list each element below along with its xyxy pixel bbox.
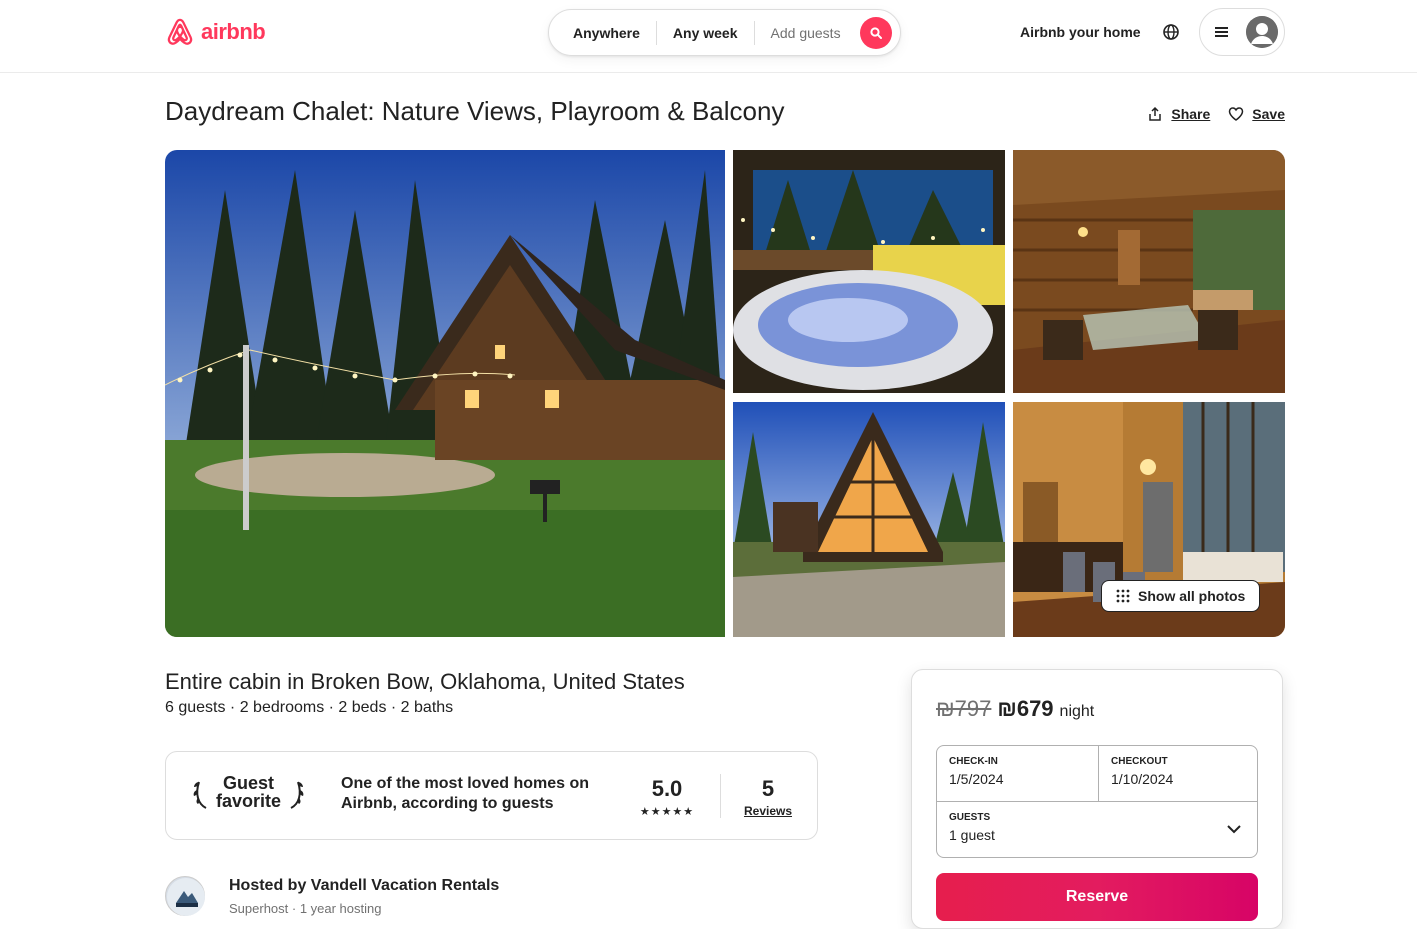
guest-favorite-description: One of the most loved homes on Airbnb, a… [341, 775, 590, 812]
checkout-field[interactable]: CHECKOUT 1/10/2024 [1099, 746, 1259, 797]
hot-tub-image [733, 150, 1005, 393]
cabin-exterior-image [165, 150, 725, 637]
search-add-guests[interactable]: Add guests [755, 25, 857, 41]
listing-title: Daydream Chalet: Nature Views, Playroom … [165, 96, 785, 126]
reviews-count: 5 [761, 776, 775, 801]
laurel-right-icon [290, 781, 304, 809]
price-unit: night [1059, 703, 1095, 720]
photo-cabin-exterior[interactable] [165, 150, 725, 637]
photo-porch-dining[interactable] [1013, 150, 1285, 393]
photo-gallery: Show all photos [165, 150, 1285, 637]
reviews-block[interactable]: 5 Reviews [738, 776, 798, 820]
show-all-photos-button[interactable]: Show all photos [1101, 580, 1261, 612]
grid-dots-icon [1116, 589, 1130, 603]
host-avatar[interactable] [165, 876, 205, 916]
guest-favorite-line2: favorite [216, 791, 282, 811]
user-icon [1246, 16, 1278, 48]
host-section: Hosted by Vandell Vacation Rentals Super… [165, 876, 765, 916]
guest-favorite-line1: Guest [223, 773, 275, 793]
share-icon [1149, 106, 1162, 121]
a-frame-exterior-image [733, 402, 1005, 637]
globe-icon[interactable] [1160, 21, 1182, 43]
checkout-label: CHECKOUT [1111, 756, 1168, 767]
user-menu-button[interactable] [1199, 8, 1285, 56]
discounted-price: ₪679 [997, 696, 1054, 721]
rating-divider [720, 774, 721, 818]
date-guest-picker: CHECK-IN 1/5/2024 CHECKOUT 1/10/2024 GUE… [936, 745, 1258, 858]
host-meta: Superhost · 1 year hosting [229, 901, 382, 916]
checkout-value: 1/10/2024 [1111, 771, 1174, 787]
hamburger-icon [1215, 27, 1228, 37]
photo-hot-tub[interactable] [733, 150, 1005, 393]
host-logo-icon [167, 878, 205, 916]
airbnb-your-home-link[interactable]: Airbnb your home [1020, 24, 1141, 40]
photo-a-frame-exterior[interactable] [733, 402, 1005, 637]
checkin-field[interactable]: CHECK-IN 1/5/2024 [937, 746, 1098, 797]
listing-specs: 6 guests · 2 bedrooms · 2 beds · 2 baths [165, 699, 454, 716]
guest-favorite-card: Guest favorite One of the most loved hom… [165, 751, 818, 840]
top-header: airbnb Anywhere Any week Add guests Airb… [0, 0, 1417, 73]
booking-card: ₪797 ₪679 night CHECK-IN 1/5/2024 CHECKO… [911, 669, 1283, 929]
search-anywhere[interactable]: Anywhere [549, 25, 656, 41]
checkin-label: CHECK-IN [949, 756, 998, 767]
checkin-value: 1/5/2024 [949, 771, 1004, 787]
rating-block: 5.0 ★★★★★ [636, 776, 698, 820]
airbnb-logo[interactable]: airbnb [165, 16, 266, 48]
heart-icon [1229, 107, 1244, 121]
title-actions: Share Save [1147, 106, 1285, 122]
host-name: Hosted by Vandell Vacation Rentals [229, 877, 500, 894]
price-row: ₪797 ₪679 night [936, 696, 1094, 722]
guests-label: GUESTS [949, 812, 991, 823]
search-bar[interactable]: Anywhere Any week Add guests [548, 9, 901, 56]
share-button[interactable]: Share [1147, 106, 1210, 122]
show-all-photos-label: Show all photos [1138, 588, 1246, 604]
rating-value: 5.0 [651, 776, 683, 801]
save-label: Save [1252, 106, 1285, 122]
reserve-button[interactable]: Reserve [936, 873, 1258, 921]
guests-field[interactable]: GUESTS 1 guest [937, 802, 1257, 853]
original-price: ₪797 [936, 696, 992, 721]
chevron-down-icon[interactable] [1227, 824, 1241, 834]
reviews-link[interactable]: Reviews [744, 804, 792, 818]
search-icon [870, 27, 882, 39]
guest-favorite-badge: Guest favorite [192, 774, 305, 810]
guests-value: 1 guest [949, 827, 995, 843]
user-avatar [1246, 16, 1278, 48]
airbnb-wordmark: airbnb [201, 19, 266, 44]
share-label: Share [1171, 106, 1211, 122]
search-any-week[interactable]: Any week [657, 25, 754, 41]
listing-subtitle: Entire cabin in Broken Bow, Oklahoma, Un… [165, 669, 685, 694]
airbnb-logo-icon [167, 18, 193, 45]
guest-favorite-label: Guest favorite [216, 774, 281, 810]
search-button[interactable] [860, 17, 892, 49]
porch-dining-image [1013, 150, 1285, 393]
laurel-left-icon [193, 781, 207, 809]
rating-stars: ★★★★★ [639, 806, 695, 818]
save-button[interactable]: Save [1228, 106, 1285, 122]
